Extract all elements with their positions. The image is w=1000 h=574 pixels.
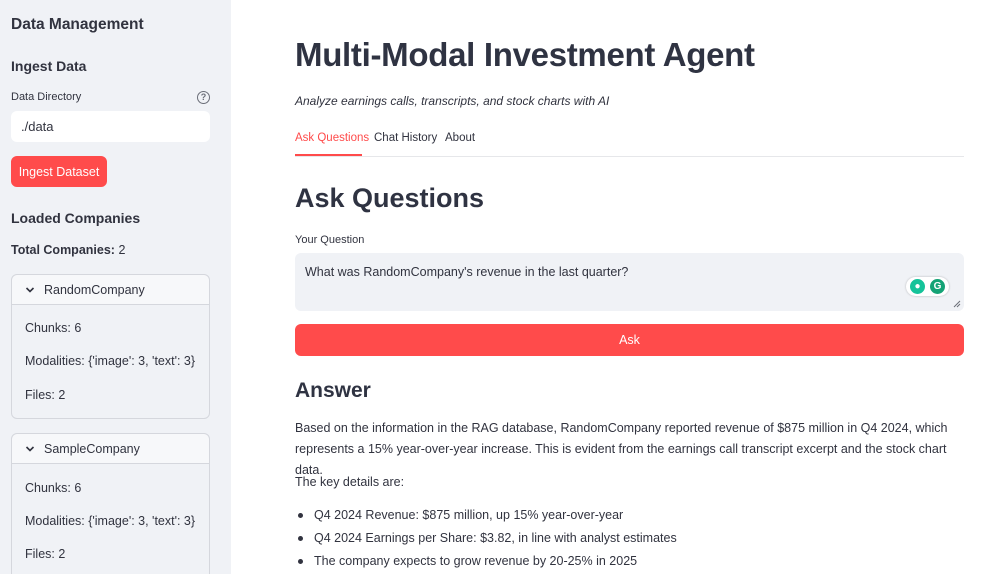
question-circle-icon[interactable]: ? [197,91,210,104]
company-chunks: Chunks: 6 [25,481,82,495]
expander-header[interactable]: RandomCompany [12,275,209,305]
active-tab-indicator [295,154,362,156]
key-details-intro: The key details are: [295,475,405,489]
question-label: Your Question [295,234,365,246]
loaded-companies-heading: Loaded Companies [11,210,141,226]
data-directory-label: Data Directory [11,91,82,103]
total-companies-value: 2 [118,243,126,257]
company-expander-randomcompany: RandomCompany Chunks: 6 Modalities: {'im… [11,274,210,419]
tab-ask-questions[interactable]: Ask Questions [295,132,369,144]
chevron-down-icon [25,446,35,452]
expander-header[interactable]: SampleCompany [12,434,209,464]
chevron-down-icon [25,287,35,293]
answer-line: Based on the information in the RAG data… [295,421,948,435]
main-content: Multi-Modal Investment Agent Analyze ear… [231,0,1000,574]
answer-heading: Answer [295,379,371,402]
company-files: Files: 2 [25,547,66,561]
ingest-heading: Ingest Data [11,58,87,74]
resize-handle-icon[interactable] [953,300,961,308]
company-name: RandomCompany [44,283,145,297]
tab-bar: Ask Questions Chat History About [295,124,964,157]
company-chunks: Chunks: 6 [25,321,82,335]
company-modalities: Modalities: {'image': 3, 'text': 3} [25,514,196,528]
company-files: Files: 2 [25,388,66,402]
total-companies-label: Total Companies: [11,243,115,257]
company-expander-samplecompany: SampleCompany Chunks: 6 Modalities: {'im… [11,433,210,574]
page-title: Multi-Modal Investment Agent [295,36,755,73]
company-name: SampleCompany [44,442,140,456]
sidebar: Data Management Ingest Data Data Directo… [0,0,231,574]
ask-button[interactable]: Ask [295,324,964,356]
list-item: Q4 2024 Revenue: $875 million, up 15% ye… [295,505,677,528]
list-item: Q4 2024 Earnings per Share: $3.82, in li… [295,528,677,551]
grammarly-icon[interactable]: G [930,279,945,294]
ingest-dataset-button[interactable]: Ingest Dataset [11,156,107,187]
tab-chat-history[interactable]: Chat History [374,132,437,144]
data-directory-input[interactable] [11,111,210,142]
question-textarea[interactable]: What was RandomCompany's revenue in the … [295,253,964,311]
page-caption: Analyze earnings calls, transcripts, and… [295,94,610,108]
grammarly-widget[interactable]: ● G [906,277,949,296]
list-item: The company expects to grow revenue by 2… [295,551,677,574]
answer-bullet-list: Q4 2024 Revenue: $875 million, up 15% ye… [295,505,677,574]
tab-about[interactable]: About [445,132,475,144]
total-companies: Total Companies: 2 [11,243,125,257]
lightbulb-icon[interactable]: ● [910,279,925,294]
company-modalities: Modalities: {'image': 3, 'text': 3} [25,354,196,368]
sidebar-title: Data Management [11,16,144,33]
section-heading: Ask Questions [295,183,485,213]
